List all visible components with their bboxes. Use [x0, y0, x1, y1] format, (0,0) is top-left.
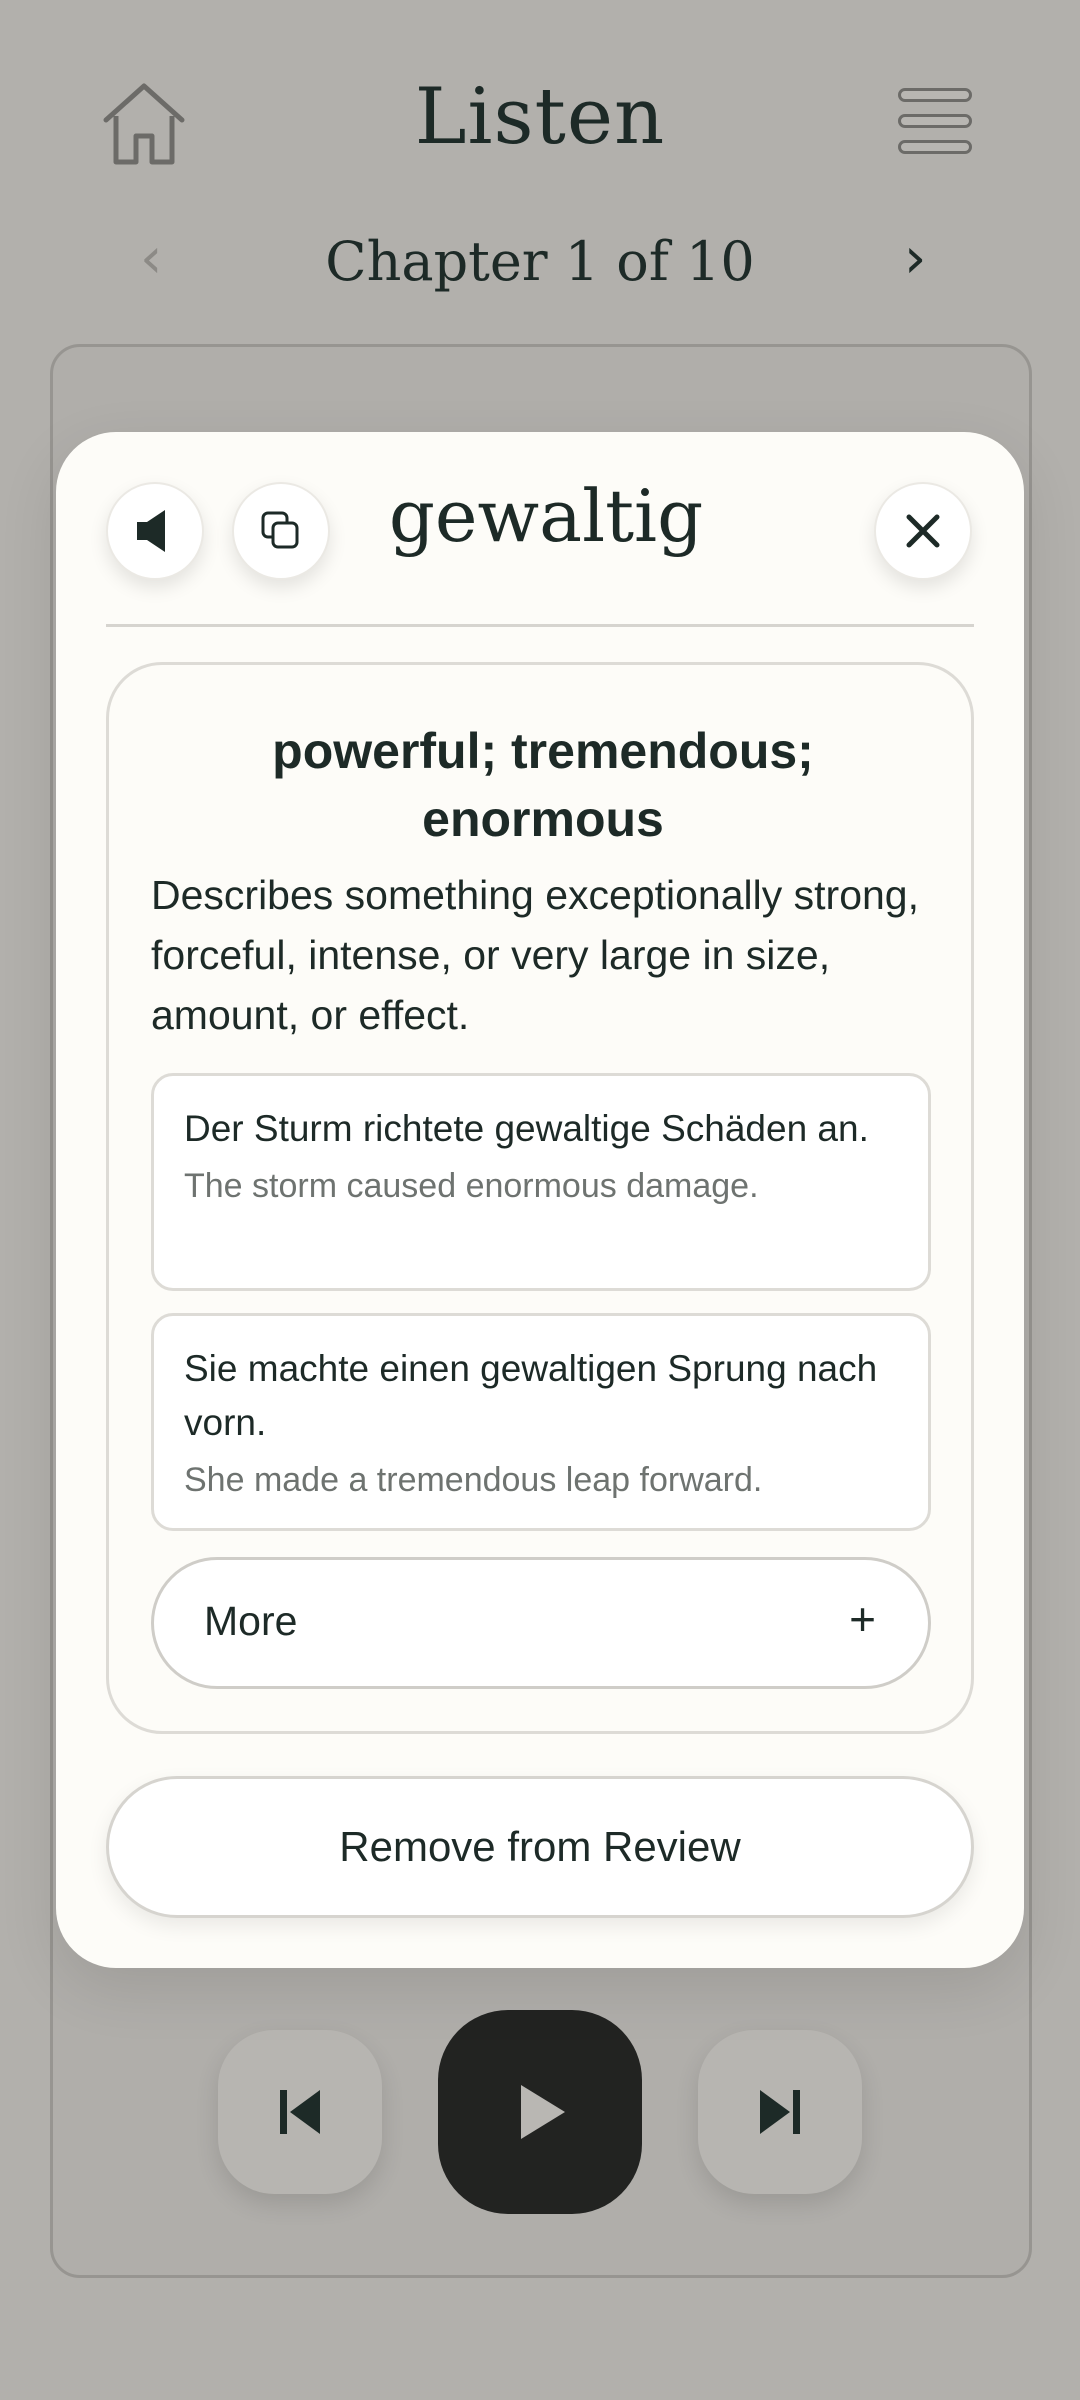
example-sentence: Der Sturm richtete gewaltige Schäden an.… [151, 1073, 931, 1291]
skip-next-button[interactable] [698, 2030, 862, 2194]
play-button[interactable] [438, 2010, 642, 2214]
example-english: She made a tremendous leap forward. [184, 1461, 763, 1499]
example-sentence: Sie machte einen gewaltigen Sprung nach … [151, 1313, 931, 1531]
menu-button[interactable] [896, 84, 976, 164]
menu-icon [898, 88, 972, 102]
headword: gewaltig [388, 474, 704, 558]
definition-card: powerful; tremendous; enormous Describes… [106, 662, 974, 1734]
pronounce-button[interactable] [106, 482, 204, 580]
more-label: More [204, 1598, 298, 1644]
word-popup: gewaltig powerful; tremendous; enormous … [56, 432, 1024, 1968]
player-controls [0, 2010, 1080, 2220]
speaker-icon [137, 510, 165, 552]
skip-previous-icon [280, 2090, 320, 2134]
divider [106, 624, 974, 627]
close-button[interactable] [874, 482, 972, 580]
description: Describes something exceptionally strong… [151, 872, 919, 1038]
copy-icon [261, 511, 299, 549]
play-icon [521, 2085, 565, 2139]
chapter-nav: ‹ Chapter 1 of 10 › [0, 220, 1080, 310]
example-german: Sie machte einen gewaltigen Sprung nach … [184, 1348, 878, 1443]
example-english: The storm caused enormous damage. [184, 1167, 759, 1205]
close-icon [906, 514, 940, 548]
skip-previous-button[interactable] [218, 2030, 382, 2194]
remove-from-review-button[interactable]: Remove from Review [106, 1776, 974, 1918]
plus-icon: + [849, 1593, 876, 1645]
app-header: Listen [0, 60, 1080, 180]
example-german: Der Sturm richtete gewaltige Schäden an. [184, 1108, 869, 1149]
translation: powerful; tremendous; enormous [272, 723, 814, 847]
more-button[interactable]: More + [151, 1557, 931, 1689]
chapter-next-button[interactable]: › [904, 226, 926, 291]
copy-button[interactable] [232, 482, 330, 580]
skip-next-icon [760, 2090, 800, 2134]
